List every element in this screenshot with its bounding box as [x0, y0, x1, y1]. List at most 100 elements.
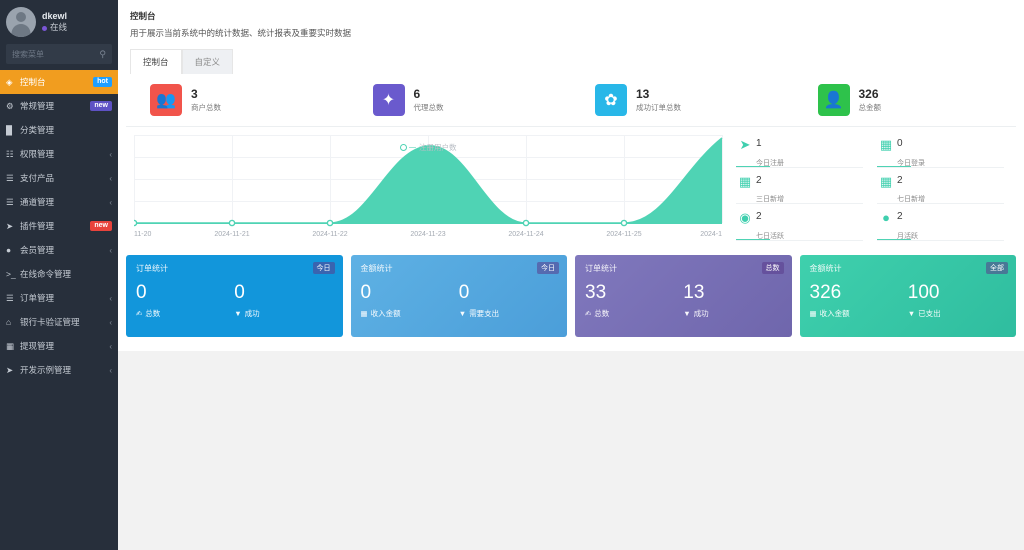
chevron-left-icon: ‹: [109, 317, 112, 327]
sidebar-item-label: 开发示例管理: [20, 365, 72, 375]
sidebar-item-label: 会员管理: [20, 245, 55, 255]
user-profile[interactable]: dkewl 在线: [0, 0, 118, 44]
sidebar-badge: hot: [93, 76, 112, 88]
side-stat-value: 0: [897, 138, 903, 149]
tab-0[interactable]: 控制台: [130, 49, 182, 74]
bank-icon: ⌂: [6, 317, 12, 327]
side-stat-value: 2: [756, 211, 762, 223]
chart-x-tick: 2024-11-24: [508, 231, 543, 238]
summary-card-tag: 今日: [537, 262, 559, 274]
sidebar-item-6[interactable]: ➤ 插件管理 new: [0, 214, 118, 238]
sidebar-item-12[interactable]: ➤ 开发示例管理 ‹: [0, 358, 118, 382]
side-stats-panel: ➤ 1 今日注册 ▦ 0 今日登录 ▦ 2 三日新增 ▦ 2 七日新增 ◉ 2 七日活跃 ● 2 月活跃: [724, 135, 1016, 245]
tab-bar: 控制台 自定义: [130, 49, 1012, 74]
filter-icon: ▼: [683, 309, 691, 318]
sidebar-item-4[interactable]: ☰ 支付产品 ‹: [0, 166, 118, 190]
sidebar-badge: new: [90, 220, 112, 232]
stat-label: 商户总数: [191, 103, 221, 113]
sidebar-menu: ◈ 控制台 hot ⚙ 常规管理 new █ 分类管理 ☷ 权限管理 ‹ ☰ 支付产品 ‹ ☰ 通道管理 ‹ ➤ 插…: [0, 70, 118, 382]
summary-card-title: 订单统计: [585, 264, 617, 273]
chevron-left-icon: ‹: [109, 173, 112, 183]
avatar: [6, 7, 36, 37]
summary-left-label: 总数: [594, 309, 610, 318]
side-stat-underline: [736, 166, 770, 168]
users-icon: 👥: [150, 84, 182, 116]
plugin-icon: ➤: [6, 220, 14, 231]
sidebar-item-0[interactable]: ◈ 控制台 hot: [0, 70, 118, 94]
chart-x-tick: 2024-1: [700, 231, 722, 238]
tab-1[interactable]: 自定义: [181, 49, 234, 74]
chart-x-tick: 2024-11-25: [606, 231, 641, 238]
user-status-label: 在线: [50, 22, 68, 33]
side-stat-underline: [736, 239, 770, 241]
sidebar-item-10[interactable]: ⌂ 银行卡验证管理 ‹: [0, 310, 118, 334]
sidebar-item-label: 插件管理: [20, 221, 55, 231]
sidebar-item-label: 通道管理: [20, 197, 55, 207]
summary-right-value: 0: [458, 282, 470, 303]
chart-legend: 注册用户数: [400, 142, 457, 153]
summary-card-1: 金额统计 今日 0 ▦ 收入金额 0 ▼ 需要支出: [350, 255, 567, 337]
side-stat-0: ➤ 1 今日注册: [734, 135, 875, 172]
stat-cards-row: 👥 3 商户总数 ✦ 6 代理总数 ✿ 13 成功订单总数 👤 326 总金额: [126, 84, 1016, 127]
summary-left-value: 0: [360, 282, 372, 303]
sidebar-item-label: 订单管理: [20, 293, 55, 303]
chart-x-tick: 2024-11-22: [312, 231, 347, 238]
sidebar-item-7[interactable]: ● 会员管理 ‹: [0, 238, 118, 262]
chevron-left-icon: ‹: [109, 341, 112, 351]
side-stat-1: ▦ 0 今日登录: [875, 135, 1016, 172]
sidebar-item-8[interactable]: >_ 在线命令管理: [0, 262, 118, 286]
filter-icon: ▼: [458, 309, 467, 318]
search-icon[interactable]: ⚲: [99, 49, 106, 60]
stat-label: 代理总数: [413, 103, 444, 113]
sidebar-item-11[interactable]: ▦ 提现管理 ‹: [0, 334, 118, 358]
summary-right-label: 成功: [244, 309, 260, 318]
side-stat-value: 2: [897, 174, 903, 186]
chevron-left-icon: ‹: [109, 365, 112, 375]
legend-line-icon: [409, 146, 416, 149]
summary-right-value: 13: [683, 282, 705, 303]
side-stat-value: 2: [897, 211, 903, 223]
user-name: dkewl: [42, 11, 68, 22]
tag-icon: █: [6, 125, 13, 135]
sidebar-badge: new: [90, 100, 112, 112]
side-stat-2: ▦ 2 三日新增: [734, 172, 875, 209]
stat-card-3: 👤 326 总金额: [794, 84, 1017, 116]
stat-card-0: 👥 3 商户总数: [126, 84, 349, 116]
sidebar-item-9[interactable]: ☰ 订单管理 ‹: [0, 286, 118, 310]
sidebar-item-label: 权限管理: [20, 149, 55, 159]
search-box[interactable]: ⚲: [6, 44, 112, 64]
order-icon: ✍: [585, 309, 592, 318]
sidebar-item-2[interactable]: █ 分类管理: [0, 118, 118, 142]
sidebar-item-3[interactable]: ☷ 权限管理 ‹: [0, 142, 118, 166]
summary-card-tag: 总数: [761, 262, 784, 274]
summary-right-label: 需要支出: [469, 309, 500, 318]
registration-chart: 11-20 2024-11-21 2024-11-22 2024-11-23 2024-…: [126, 135, 724, 245]
summary-cards-row: 订单统计 今日 0 ✍ 总数 0 ▼ 成功 金额统计 今日 0 ▦ 收入金额 0 ▼ 需要支出 订单统计 总数 33…: [126, 255, 1016, 337]
summary-left-value: 326: [809, 282, 842, 303]
idcard-icon: ▦: [879, 137, 893, 152]
sidebar-item-5[interactable]: ☰ 通道管理 ‹: [0, 190, 118, 214]
chevron-left-icon: ‹: [109, 293, 112, 303]
key-icon: ☷: [6, 148, 14, 159]
page-description: 用于展示当前系统中的统计数据、统计报表及重要实时数据: [130, 28, 352, 38]
sidebar-search: ⚲: [0, 44, 118, 70]
dashboard-content: 👥 3 商户总数 ✦ 6 代理总数 ✿ 13 成功订单总数 👤 326 总金额: [118, 74, 1024, 351]
summary-right-label: 已支出: [918, 309, 941, 318]
side-stat-underline: [877, 202, 911, 205]
sidebar-item-1[interactable]: ⚙ 常规管理 new: [0, 94, 118, 118]
side-stat-4: ◉ 2 七日活跃: [734, 208, 875, 245]
page-header: 控制台 用于展示当前系统中的统计数据、统计报表及重要实时数据 控制台 自定义: [118, 0, 1024, 74]
search-input[interactable]: [12, 49, 100, 59]
terminal-icon: >_: [6, 269, 16, 279]
summary-right-value: 100: [907, 282, 940, 303]
money-icon: ▦: [360, 309, 368, 318]
stat-card-2: ✿ 13 成功订单总数: [571, 84, 794, 116]
user-meta: dkewl 在线: [42, 10, 67, 34]
chevron-left-icon: ‹: [109, 197, 112, 207]
chart-x-tick: 2024-11-23: [410, 231, 445, 238]
settings-icon: ⚙: [6, 100, 14, 111]
page-title: 控制台: [130, 11, 156, 21]
stat-value: 6: [413, 86, 421, 101]
user-filled-icon: ●: [882, 210, 890, 226]
chart-and-side-stats: 11-20 2024-11-21 2024-11-22 2024-11-23 2024-…: [126, 135, 1016, 245]
